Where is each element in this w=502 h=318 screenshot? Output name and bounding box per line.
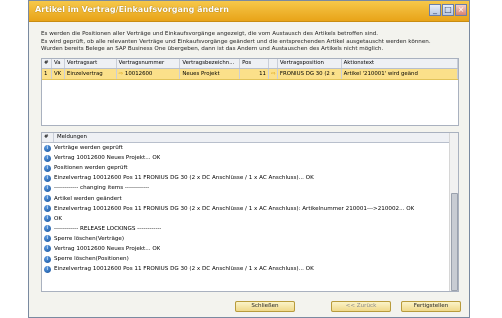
cell-vertragsposition: FRONIUS DG 30 (2 x [278,69,342,79]
col-vertragsbezeichnung[interactable]: Vertragsbezeichn... [180,59,241,68]
col-meldungen[interactable]: Meldungen [54,133,87,142]
list-item[interactable]: i Einzelvertrag 10012600 Pos 11 FRONIUS D… [42,204,458,214]
col-vertragsnummer[interactable]: Vertragsnummer [117,59,181,68]
list-item[interactable]: i Verträge werden geprüft [42,143,458,153]
minimize-icon[interactable]: _ [429,4,441,16]
cell-vertragsart: Einzelvertrag [65,69,117,79]
cell-lookup[interactable]: ⇨ [269,69,278,79]
info-icon: i [44,225,51,233]
info-icon: i [44,144,51,152]
cell-va: VK [52,69,65,79]
dialog-window: Artikel im Vertrag/Einkaufsvorgang änder… [28,0,470,318]
messages-rows: i Verträge werden geprüft i Vertrag 1001260… [42,143,458,274]
cell-aktionstext: Artikel '210001' wird geänd [342,69,458,79]
list-item[interactable]: i Einzelvertrag 10012600 Pos 11 FRONIUS D… [42,173,458,183]
description-text: Es werden die Positionen aller Verträge … [41,31,459,54]
back-button[interactable]: << Zurück [331,301,391,312]
cell-pos: 11 [240,69,269,79]
info-icon: i [44,255,51,263]
title-bar[interactable]: Artikel im Vertrag/Einkaufsvorgang änder… [29,1,469,22]
cell-vertragsbezeichnung: Neues Projekt [180,69,241,79]
message-text: Vertrag 10012600 Neues Projekt... OK [54,245,161,252]
finish-button[interactable]: Fertigstellen [401,301,461,312]
col-number[interactable]: # [42,59,52,68]
vertical-scrollbar[interactable] [449,133,458,291]
col-pos[interactable]: Pos [240,59,269,68]
info-icon: i [44,215,51,223]
col-number[interactable]: # [42,133,54,142]
link-arrow-icon[interactable]: ⇨ [271,71,276,77]
contracts-grid[interactable]: # Va Vertragsart Vertragsnummer Vertrags… [41,58,459,126]
list-item[interactable]: i Sperre löschen(Verträge) [42,234,458,244]
message-text: Verträge werden geprüft [54,145,123,152]
message-text: OK [54,215,63,222]
info-icon: i [44,245,51,253]
col-va[interactable]: Va [52,59,65,68]
cell-vertragsnummer-value: 10012600 [124,71,153,77]
message-text: Einzelvertrag 10012600 Pos 11 FRONIUS DG… [54,175,314,182]
grid-header: # Va Vertragsart Vertragsnummer Vertrags… [42,59,458,69]
message-text: Einzelvertrag 10012600 Pos 11 FRONIUS DG… [54,266,314,273]
list-item[interactable]: i ------------ changing items -----------… [42,183,458,193]
col-vertragsart[interactable]: Vertragsart [65,59,117,68]
table-row[interactable]: 1 VK Einzelvertrag ⇨ 10012600 Neues Proj… [42,69,458,80]
window-title: Artikel im Vertrag/Einkaufsvorgang änder… [35,5,229,14]
info-icon: i [44,205,51,213]
list-item[interactable]: i Vertrag 10012600 Neues Projekt... OK [42,244,458,254]
list-item[interactable]: i Einzelvertrag 10012600 Pos 11 FRONIUS D… [42,264,458,274]
list-item[interactable]: i Artikel werden geändert [42,193,458,203]
list-item[interactable]: i Positionen werden geprüft [42,163,458,173]
col-aktionstext[interactable]: Aktionstext [342,59,458,68]
description-line: Wurden bereits Belege an SAP Business On… [41,46,384,52]
maximize-icon[interactable]: □ [442,4,454,16]
message-text: Sperre löschen(Verträge) [54,235,125,242]
list-item[interactable]: i Vertrag 10012600 Neues Projekt... OK [42,153,458,163]
message-text: Positionen werden geprüft [54,165,128,172]
scrollbar-thumb[interactable] [451,193,458,291]
info-icon: i [44,265,51,273]
message-text: Artikel werden geändert [54,195,122,202]
close-button[interactable]: Schließen [235,301,295,312]
messages-header: # Meldungen [42,133,458,143]
message-text: Vertrag 10012600 Neues Projekt... OK [54,155,161,162]
info-icon: i [44,195,51,203]
info-icon: i [44,235,51,243]
list-item[interactable]: i ------------ RELEASE LOCKINGS ---------… [42,224,458,234]
message-text: ------------ RELEASE LOCKINGS ----------… [54,225,162,232]
message-text: Einzelvertrag 10012600 Pos 11 FRONIUS DG… [54,205,415,212]
close-icon[interactable]: × [455,4,467,16]
messages-list[interactable]: # Meldungen i Verträge werden geprüft i Ver… [41,132,459,292]
cell-vertragsnummer[interactable]: ⇨ 10012600 [117,69,181,79]
message-text: Sperre löschen(Positionen) [54,256,129,263]
info-icon: i [44,164,51,172]
info-icon: i [44,174,51,182]
description-line: Es werden die Positionen aller Verträge … [41,31,379,37]
info-icon: i [44,154,51,162]
message-text: ------------ changing items ------------ [54,185,150,192]
list-item[interactable]: i Sperre löschen(Positionen) [42,254,458,264]
description-line: Es wird geprüft, ob alle relevanten Vert… [41,38,431,45]
cell-number: 1 [42,69,52,79]
list-item[interactable]: i OK [42,214,458,224]
info-icon: i [44,184,51,192]
link-arrow-icon[interactable]: ⇨ [119,71,124,77]
col-vertragsposition[interactable]: Vertragsposition [278,59,342,68]
col-lookup[interactable] [269,59,278,68]
